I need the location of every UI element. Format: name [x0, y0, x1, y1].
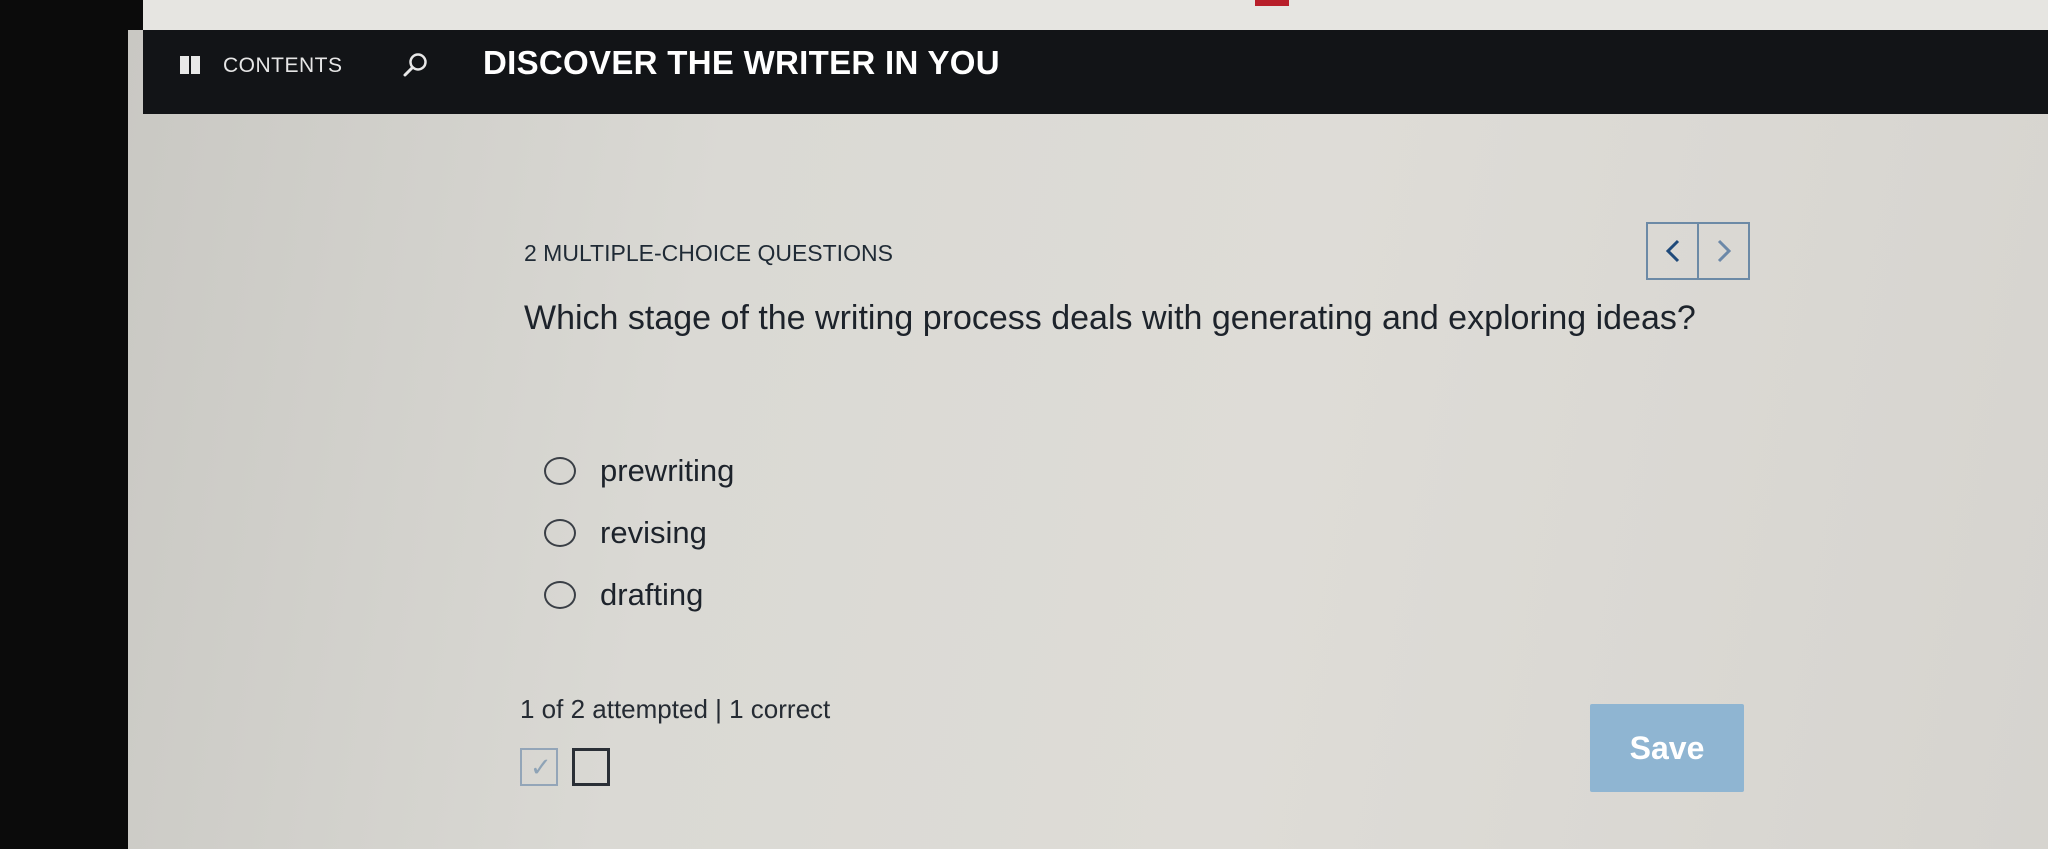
question-2-indicator[interactable] — [572, 748, 610, 786]
quiz-panel: 2 MULTIPLE-CHOICE QUESTIONS Which stage … — [0, 0, 2048, 849]
section-label: 2 MULTIPLE-CHOICE QUESTIONS — [524, 240, 893, 266]
radio-button[interactable] — [544, 519, 576, 547]
chevron-left-icon — [1665, 239, 1679, 263]
question-1-indicator[interactable]: ✓ — [520, 748, 558, 786]
answer-options: prewriting revising drafting — [544, 440, 734, 626]
next-question-button[interactable] — [1697, 224, 1748, 278]
radio-button[interactable] — [544, 581, 576, 609]
question-nav — [1646, 222, 1750, 280]
question-text: Which stage of the writing process deals… — [524, 299, 1696, 337]
chevron-right-icon — [1717, 239, 1731, 263]
option-label: drafting — [600, 577, 704, 612]
option-prewriting[interactable]: prewriting — [544, 440, 734, 502]
option-label: revising — [600, 515, 707, 550]
previous-question-button[interactable] — [1648, 224, 1697, 278]
check-icon: ✓ — [530, 752, 552, 782]
attempt-status: 1 of 2 attempted | 1 correct — [520, 694, 831, 724]
question-progress: ✓ — [520, 748, 610, 786]
option-drafting[interactable]: drafting — [544, 564, 734, 626]
option-label: prewriting — [600, 453, 735, 488]
option-revising[interactable]: revising — [544, 502, 734, 564]
radio-button[interactable] — [544, 457, 576, 485]
save-button[interactable]: Save — [1590, 704, 1744, 792]
